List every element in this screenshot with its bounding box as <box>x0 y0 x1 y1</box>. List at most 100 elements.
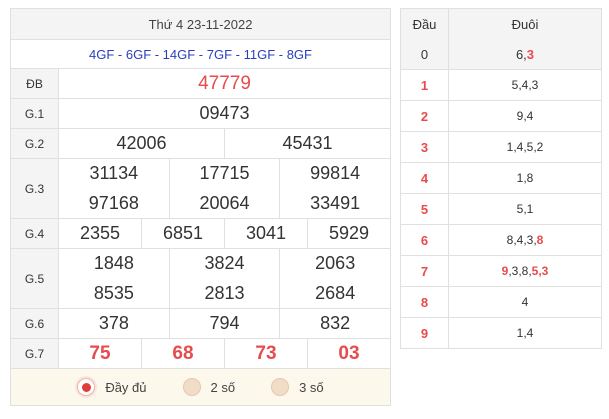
prize-row-g3: G.3 31134 17715 99814 97168 20064 33491 <box>11 158 390 218</box>
prize-number: 3824 <box>168 249 280 279</box>
draw-date: Thứ 4 23-11-2022 <box>11 9 390 39</box>
prize-label: G.2 <box>11 129 59 158</box>
tail-text: 8,4,3, <box>506 233 537 247</box>
loto-row: 0 6, 3 <box>401 39 601 69</box>
prize-number: 794 <box>168 309 280 338</box>
radio-icon[interactable] <box>182 378 201 396</box>
prize-number: 73 <box>224 339 307 368</box>
loto-tail: 1,8 <box>449 163 601 193</box>
prize-number: 42006 <box>116 133 167 153</box>
prize-label: G.6 <box>11 309 59 338</box>
loto-row: 1 5,4,3 <box>401 69 601 100</box>
radio-icon[interactable] <box>271 378 290 396</box>
prize-number: 1848 <box>93 253 134 274</box>
prize-row-g2: G.2 42006 45431 <box>11 128 390 158</box>
tail-text: 4 <box>521 295 529 309</box>
tail-text: 5,4,3 <box>511 78 539 92</box>
loto-row: 2 9,4 <box>401 100 601 131</box>
option-label: Đầy đủ <box>105 379 147 395</box>
loto-tail: 1,4 <box>449 318 601 348</box>
prize-number: 2355 <box>79 223 121 243</box>
prize-number: 2063 <box>279 249 390 279</box>
option-full[interactable]: Đầy đủ <box>77 378 147 396</box>
loto-tail: 8,4,3, 8 <box>449 225 601 255</box>
radio-selected-icon[interactable] <box>77 378 96 396</box>
display-options: Đầy đủ 2 số 3 số <box>11 368 390 405</box>
loto-tail: 5,1 <box>449 194 601 224</box>
special-prize-number: 47779 <box>198 72 251 94</box>
tail-highlight: 3 <box>526 46 535 62</box>
prize-number: 2813 <box>168 278 280 308</box>
prize-row-g6: G.6 378 794 832 <box>11 308 390 338</box>
prize-number: 31134 <box>89 163 139 184</box>
tail-text: 5,1 <box>516 202 534 216</box>
loto-tail: 1,4,5,2 <box>449 132 601 162</box>
prize-number: 45431 <box>224 129 390 158</box>
prize-row-g5: G.5 1848 3824 2063 8535 2813 2684 <box>11 248 390 308</box>
tail-text: 1,8 <box>516 171 534 185</box>
loto-tail: 5,4,3 <box>449 70 601 100</box>
prize-number: 03 <box>307 339 390 368</box>
loto-row: 84 <box>401 286 601 317</box>
loto-row: 3 1,4,5,2 <box>401 131 601 162</box>
prize-number: 3041 <box>224 219 307 248</box>
option-label: 3 số <box>299 379 324 395</box>
option-2-digits[interactable]: 2 số <box>182 378 236 396</box>
loto-table: Đầu Đuôi 0 6, 3 1 5,4,3 2 9,4 3 1,4,5,2 4 1,8 5 5,1 6… <box>400 8 602 349</box>
tail-column-title: Đuôi <box>511 16 539 32</box>
loto-head: 2 <box>401 101 449 131</box>
results-table: Thứ 4 23-11-2022 4GF - 6GF - 14GF - 7GF … <box>10 8 391 406</box>
prize-number: 68 <box>141 339 224 368</box>
loto-head: 6 <box>401 225 449 255</box>
ticket-codes: 4GF - 6GF - 14GF - 7GF - 11GF - 8GF <box>11 39 390 68</box>
loto-tail: 9,4 <box>449 101 601 131</box>
tail-text: 9,4 <box>516 109 534 123</box>
loto-head: 9 <box>401 318 449 348</box>
prize-number: 33491 <box>279 188 390 218</box>
loto-row: 4 1,8 <box>401 162 601 193</box>
loto-head: 1 <box>401 70 449 100</box>
prize-number: 6851 <box>141 219 224 248</box>
prize-number: 8535 <box>93 282 134 303</box>
prize-label: G.5 <box>11 249 59 308</box>
prize-row-g1: G.1 09473 <box>11 98 390 128</box>
prize-number: 2684 <box>279 278 390 308</box>
loto-header: Đầu Đuôi <box>401 9 601 39</box>
prize-number: 75 <box>89 342 111 364</box>
loto-tail: 4 <box>449 287 601 317</box>
loto-row: 5 5,1 <box>401 193 601 224</box>
prize-number: 20064 <box>168 188 280 218</box>
option-3-digits[interactable]: 3 số <box>271 378 324 396</box>
prize-number: 97168 <box>88 192 139 213</box>
tail-text: 1,4 <box>516 326 534 340</box>
prize-label: G.7 <box>11 339 59 368</box>
prize-row-db: ĐB 47779 <box>11 68 390 98</box>
tail-text: 6, <box>515 46 527 62</box>
loto-row: 7 9,3,8, 5,3 <box>401 255 601 286</box>
prize-number: 378 <box>98 313 129 333</box>
prize-label: G.3 <box>11 159 59 218</box>
prize-number: 17715 <box>168 159 280 189</box>
prize-label: G.4 <box>11 219 59 248</box>
option-label: 2 số <box>210 379 236 395</box>
loto-head: 4 <box>401 163 449 193</box>
tail-text: 1,4,5,2 <box>506 140 544 154</box>
tail-highlight: 9 <box>501 264 509 278</box>
prize-row-g7: G.7 75 68 73 03 <box>11 338 390 368</box>
loto-tail: 9,3,8, 5,3 <box>449 256 601 286</box>
loto-row: 9 1,4 <box>401 317 601 348</box>
prize-label: ĐB <box>11 69 59 98</box>
tail-highlight: 5,3 <box>531 264 549 278</box>
loto-tail: 6, 3 <box>449 39 601 69</box>
loto-head: 7 <box>401 256 449 286</box>
loto-head: 8 <box>401 287 449 317</box>
loto-head: 0 <box>401 39 449 69</box>
prize-number: 99814 <box>279 159 390 189</box>
prize-number: 09473 <box>199 103 250 123</box>
tail-highlight: 8 <box>536 233 544 247</box>
prize-number: 832 <box>279 309 390 338</box>
tail-text: ,3,8, <box>508 264 532 278</box>
head-column-title: Đầu <box>401 9 449 39</box>
loto-head: 5 <box>401 194 449 224</box>
prize-number: 5929 <box>307 219 390 248</box>
